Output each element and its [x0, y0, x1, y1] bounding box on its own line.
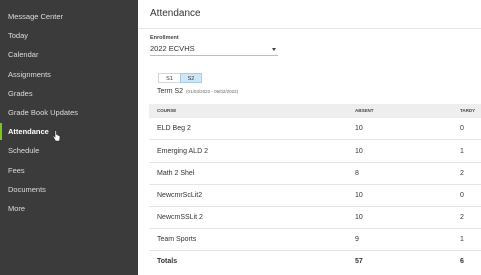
nav-item-schedule[interactable]: Schedule — [0, 141, 138, 160]
absent-count: 10 — [355, 192, 363, 199]
enrollment-select[interactable]: 2022 ECVHS — [150, 43, 278, 56]
nav-item-assignments[interactable]: Assignments — [0, 65, 138, 84]
nav-item-grades[interactable]: Grades — [0, 84, 138, 103]
tardy-count: 0 — [460, 192, 464, 199]
table-row: Team Sports 9 1 — [149, 229, 481, 251]
term-button-s1[interactable]: S1 — [158, 73, 180, 83]
absent-count: 9 — [355, 236, 359, 243]
enrollment-label: Enrollment — [150, 35, 179, 41]
tardy-count: 0 — [460, 125, 464, 132]
course-name: ELD Beg 2 — [157, 125, 191, 132]
totals-label: Totals — [157, 258, 178, 265]
course-name: Team Sports — [157, 236, 197, 243]
term-label: Term S2 — [157, 88, 184, 95]
column-header-absent[interactable]: ABSENT — [355, 104, 374, 118]
nav-item-more[interactable]: More — [0, 199, 138, 218]
table-header: COURSE ABSENT TARDY — [149, 104, 481, 118]
table-row: NewcmrScLit2 10 0 — [149, 185, 481, 207]
nav-item-message-center[interactable]: Message Center — [0, 7, 138, 26]
absent-count: 10 — [355, 214, 363, 221]
nav-item-documents[interactable]: Documents — [0, 180, 138, 199]
total-tardy: 6 — [460, 258, 464, 265]
table-row: Emerging ALD 2 10 1 — [149, 141, 481, 163]
column-header-course[interactable]: COURSE — [157, 104, 176, 118]
course-name: NewcmrScLit2 — [157, 192, 203, 199]
table-row: NewcmSSLit 2 10 2 — [149, 207, 481, 229]
absent-count: 10 — [355, 148, 363, 155]
nav-item-today[interactable]: Today — [0, 26, 138, 45]
table-row: ELD Beg 2 10 0 — [149, 118, 481, 140]
absent-count: 8 — [355, 170, 359, 177]
course-name: Emerging ALD 2 — [157, 148, 208, 155]
tardy-count: 1 — [460, 148, 464, 155]
sidebar: Message Center Today Calendar Assignment… — [0, 0, 138, 275]
nav-item-grade-book-updates[interactable]: Grade Book Updates — [0, 103, 138, 122]
nav-item-attendance-label: Attendance — [8, 127, 49, 136]
absent-count: 10 — [355, 125, 363, 132]
nav-item-fees[interactable]: Fees — [0, 161, 138, 180]
nav-item-attendance[interactable]: Attendance — [0, 122, 138, 142]
nav-item-calendar[interactable]: Calendar — [0, 45, 138, 64]
term-heading: Term S2 (01/03/2022 - 06/02/2022) — [157, 88, 238, 95]
title-divider — [138, 28, 481, 29]
chevron-down-icon — [272, 48, 276, 51]
enrollment-selected-value: 2022 ECVHS — [150, 44, 195, 53]
total-absent: 57 — [355, 258, 363, 265]
course-name: NewcmSSLit 2 — [157, 214, 203, 221]
term-dates: (01/03/2022 - 06/02/2022) — [186, 89, 239, 94]
page-title: Attendance — [150, 8, 201, 19]
tardy-count: 1 — [460, 236, 464, 243]
main-content: Attendance Enrollment 2022 ECVHS S1 S2 T… — [138, 0, 481, 275]
term-button-s2[interactable]: S2 — [180, 73, 202, 83]
table-row: Math 2 Shel 8 2 — [149, 163, 481, 185]
tardy-count: 2 — [460, 214, 464, 221]
table-totals-row: Totals 57 6 — [149, 251, 481, 273]
tardy-count: 2 — [460, 170, 464, 177]
course-name: Math 2 Shel — [157, 170, 195, 177]
column-header-tardy[interactable]: TARDY — [460, 104, 475, 118]
